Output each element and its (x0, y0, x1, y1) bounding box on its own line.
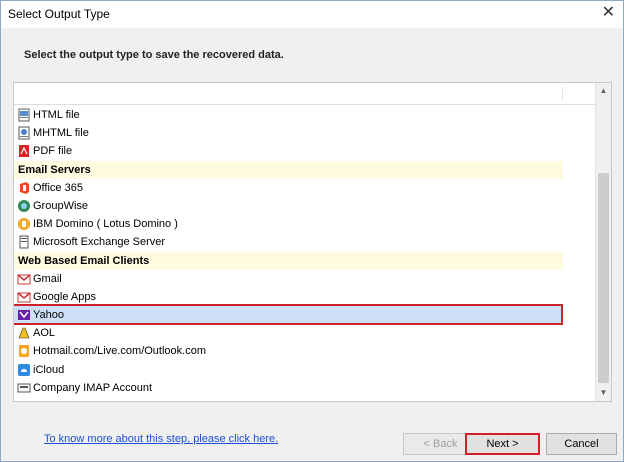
list-item-label: Yahoo (33, 309, 64, 322)
ibm-domino-icon (17, 217, 31, 231)
outlook-icon (17, 344, 31, 358)
list-item[interactable]: PDF file (14, 142, 597, 160)
list-item[interactable]: Google Apps (14, 288, 597, 306)
scroll-up-icon[interactable]: ▲ (596, 83, 611, 99)
pdf-file-icon (17, 144, 31, 158)
scroll-thumb[interactable] (598, 173, 609, 383)
exchange-server-icon (17, 235, 31, 249)
yahoo-icon (17, 308, 31, 322)
list-item[interactable]: AOL (14, 324, 597, 342)
title-bar: Select Output Type ✕ (1, 1, 623, 28)
scroll-down-icon[interactable]: ▼ (596, 385, 611, 401)
list-rows: HTML file MHTML file PDF file Email Servers… (14, 106, 597, 397)
list-item-label: Hotmail.com/Live.com/Outlook.com (33, 345, 206, 358)
list-item-label: IBM Domino ( Lotus Domino ) (33, 218, 178, 231)
list-item-label: Company IMAP Account (33, 381, 153, 394)
list-item-label: Gmail (33, 272, 62, 285)
output-type-list[interactable]: HTML file MHTML file PDF file Email Servers… (13, 82, 612, 402)
help-link[interactable]: To know more about this step, please cli… (44, 433, 278, 445)
selection-highlight-outline (14, 304, 563, 326)
list-item[interactable]: Company IMAP Account (14, 379, 597, 397)
groupwise-icon (17, 199, 31, 213)
gmail-icon (17, 272, 31, 286)
list-item[interactable]: Office 365 (14, 179, 597, 197)
list-item[interactable]: Yahoo (14, 304, 563, 326)
list-item-label: Microsoft Exchange Server (33, 236, 166, 249)
mhtml-file-icon (17, 126, 31, 140)
list-item-label: MHTML file (33, 127, 89, 140)
list-item-label: Web Based Email Clients (18, 254, 150, 267)
list-item-label: Office 365 (33, 181, 83, 194)
list-item[interactable]: Hotmail.com/Live.com/Outlook.com (14, 342, 597, 360)
dialog-window: Select Output Type ✕ Select the output t… (0, 0, 624, 462)
aol-icon (17, 326, 31, 340)
list-item[interactable]: HTML file (14, 106, 597, 124)
list-item[interactable]: GroupWise (14, 197, 597, 215)
html-file-icon (17, 108, 31, 122)
list-item-label: HTML file (33, 109, 80, 121)
list-item[interactable]: iCloud (14, 361, 597, 379)
list-item[interactable]: Microsoft Exchange Server (14, 233, 597, 251)
list-item[interactable]: MHTML file (14, 124, 597, 142)
list-item[interactable]: Gmail (14, 270, 597, 288)
list-item[interactable]: IBM Domino ( Lotus Domino ) (14, 215, 597, 233)
list-item-label: PDF file (33, 145, 73, 158)
imap-icon (17, 381, 31, 395)
instruction-text: Select the output type to save the recov… (24, 49, 284, 61)
next-button[interactable]: Next > (465, 433, 540, 455)
icloud-icon (17, 363, 31, 377)
vertical-scrollbar[interactable]: ▲ ▼ (595, 83, 611, 401)
google-apps-icon (17, 290, 31, 304)
list-item-label: GroupWise (33, 199, 89, 212)
list-group-header: Web Based Email Clients (14, 251, 563, 270)
list-group-header: Email Servers (14, 160, 563, 179)
list-item-label: iCloud (33, 363, 65, 376)
office365-icon (17, 181, 31, 195)
list-item-label: Email Servers (18, 163, 91, 176)
list-header (14, 83, 597, 105)
window-title: Select Output Type (8, 7, 110, 21)
column-separator[interactable] (562, 87, 563, 101)
close-icon[interactable]: ✕ (602, 5, 615, 21)
list-item-label: Google Apps (33, 290, 96, 303)
list-item-label: AOL (33, 327, 56, 340)
cancel-button[interactable]: Cancel (546, 433, 617, 455)
dialog-body: Select the output type to save the recov… (1, 28, 623, 461)
